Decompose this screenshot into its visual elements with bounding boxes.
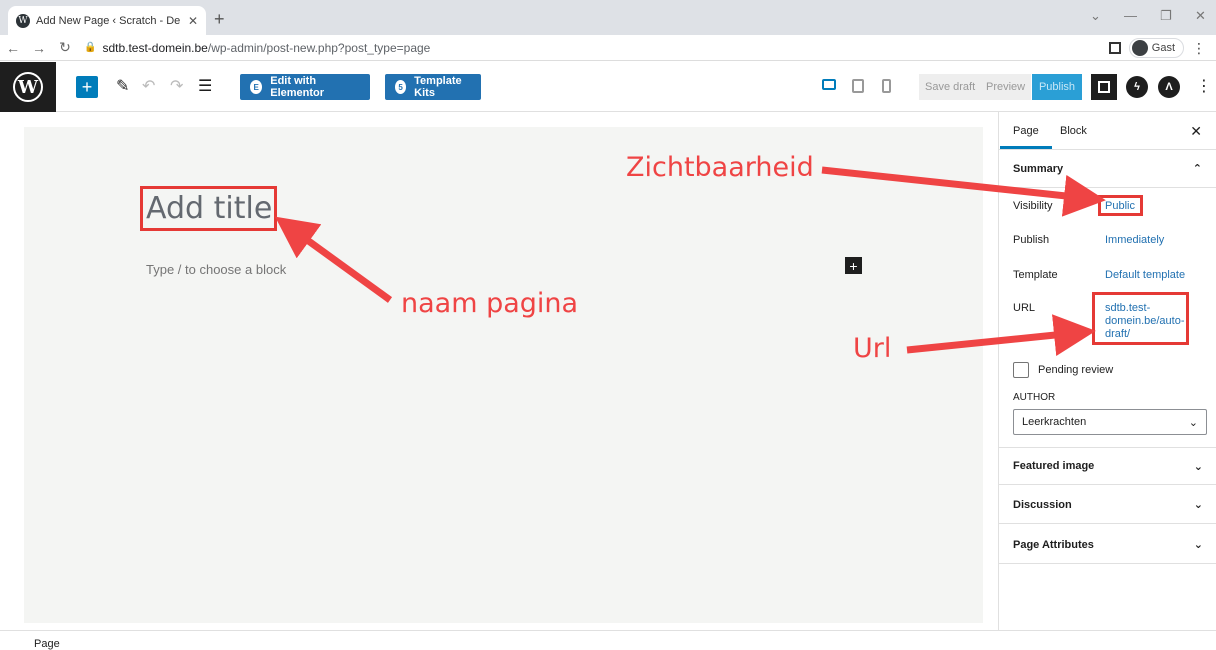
edit-tools-pencil-icon[interactable]: ✎ [116,76,129,96]
breadcrumb[interactable]: Page [0,630,1216,650]
profile-name: Gast [1151,42,1175,54]
options-menu-icon[interactable]: ⋮ [1196,76,1212,96]
edit-with-elementor-button[interactable]: E Edit with Elementor [240,74,370,100]
template-kits-icon: 5 [395,80,407,94]
close-sidebar-icon[interactable]: ✕ [1190,123,1202,140]
tab-block[interactable]: Block [1060,125,1087,137]
tab-title: Add New Page ‹ Scratch - De Tov [36,14,182,27]
side-panel-icon[interactable] [1108,42,1121,54]
block-placeholder[interactable]: Type / to choose a block [146,262,286,277]
featured-image-panel[interactable]: Featured image ⌄ [999,447,1216,485]
back-icon[interactable]: ← [0,40,26,56]
browser-tab[interactable]: W Add New Page ‹ Scratch - De Tov ✕ [8,6,206,35]
undo-icon[interactable]: ↶ [142,76,155,96]
chevron-down-icon: ⌄ [1188,416,1198,429]
annotation-url: Url [853,333,892,364]
author-select[interactable]: Leerkrachten ⌄ [1013,409,1207,435]
template-kits-button[interactable]: 5 Template Kits [385,74,481,100]
elementor-icon: E [250,80,263,94]
publish-label: Publish [1013,234,1050,246]
add-block-icon[interactable]: + [845,257,862,274]
chevron-up-icon: ⌃ [1192,163,1202,175]
tablet-preview-icon[interactable] [852,79,864,93]
edit-with-elementor-label: Edit with Elementor [270,75,325,99]
forward-icon[interactable]: → [26,40,52,56]
page-attributes-panel[interactable]: Page Attributes ⌄ [999,526,1216,564]
template-value[interactable]: Default template [1105,269,1185,282]
restore-icon[interactable]: ❐ [1160,8,1172,24]
reload-icon[interactable]: ↻ [52,39,78,56]
title-highlight-box [140,186,277,231]
tab-page[interactable]: Page [1000,125,1052,149]
chevron-down-icon: ⌄ [1193,499,1203,511]
summary-title: Summary [1013,162,1064,175]
browser-menu-icon[interactable]: ⋮ [1192,40,1206,57]
pending-review-label: Pending review [1038,364,1114,376]
spectra-bolt-icon[interactable]: ϟ [1126,76,1148,98]
lock-icon: 🔒 [84,42,97,53]
publish-button[interactable]: Publish [1032,74,1082,100]
mobile-preview-icon[interactable] [882,79,891,93]
wordpress-logo-button[interactable]: W [0,62,56,112]
pending-review-checkbox[interactable] [1013,362,1029,378]
wordpress-logo-icon: W [13,72,43,102]
discussion-panel[interactable]: Discussion ⌄ [999,486,1216,524]
settings-sidebar: Page Block ✕ Summary ⌃ Visibility Public… [998,112,1216,630]
close-window-icon[interactable]: ✕ [1195,8,1206,24]
summary-panel-header[interactable]: Summary ⌃ [999,150,1216,188]
astra-icon[interactable]: Λ [1158,76,1180,98]
url-input[interactable]: 🔒 sdtb.test-domein.be/wp-admin/post-new.… [84,41,430,55]
visibility-highlight-box [1098,195,1143,216]
save-draft-button[interactable]: Save draft [919,74,982,100]
settings-toggle-button[interactable] [1091,74,1117,100]
author-value: Leerkrachten [1022,416,1087,428]
url-path: /wp-admin/post-new.php?post_type=page [207,40,431,55]
wordpress-favicon-icon: W [16,13,30,28]
address-bar-row: ← → ↻ 🔒 sdtb.test-domein.be/wp-admin/pos… [0,35,1216,61]
url-host: sdtb.test-domein.be [102,40,208,55]
close-tab-icon[interactable]: ✕ [188,14,198,28]
url-highlight-box [1092,292,1189,345]
url-label: URL [1013,302,1036,314]
annotation-zichtbaarheid: Zichtbaarheid [626,152,814,183]
publish-value[interactable]: Immediately [1105,234,1164,247]
template-kits-label: Template Kits [414,75,462,99]
featured-image-title: Featured image [1013,460,1095,472]
settings-sidebar-icon [1098,81,1110,93]
profile-button[interactable]: Gast [1128,38,1184,58]
desktop-preview-icon[interactable] [822,79,836,90]
chevron-down-icon: ⌄ [1193,539,1203,551]
redo-icon[interactable]: ↷ [170,76,183,96]
annotation-naam-pagina: naam pagina [401,288,579,319]
avatar-icon [1131,40,1148,56]
sidebar-tabs: Page Block ✕ [999,112,1216,150]
list-view-icon[interactable]: ☰ [198,76,212,96]
author-label: AUTHOR [1013,392,1056,403]
tab-search-chevron-icon[interactable]: ⌄ [1090,8,1101,24]
chevron-down-icon: ⌄ [1193,460,1203,473]
preview-button[interactable]: Preview [980,74,1032,100]
template-label: Template [1013,269,1058,281]
block-inserter-button[interactable]: + [76,76,98,98]
page-attributes-title: Page Attributes [1013,538,1094,551]
editor-toolbar: W + ✎ ↶ ↷ ☰ E Edit with Elementor 5 Temp… [0,62,1216,112]
visibility-label: Visibility [1013,200,1053,212]
minimize-icon[interactable]: — [1124,8,1137,23]
new-tab-icon[interactable]: + [214,9,225,30]
browser-tabstrip: W Add New Page ‹ Scratch - De Tov ✕ + ⌄ … [0,0,1216,35]
discussion-title: Discussion [1013,498,1072,511]
